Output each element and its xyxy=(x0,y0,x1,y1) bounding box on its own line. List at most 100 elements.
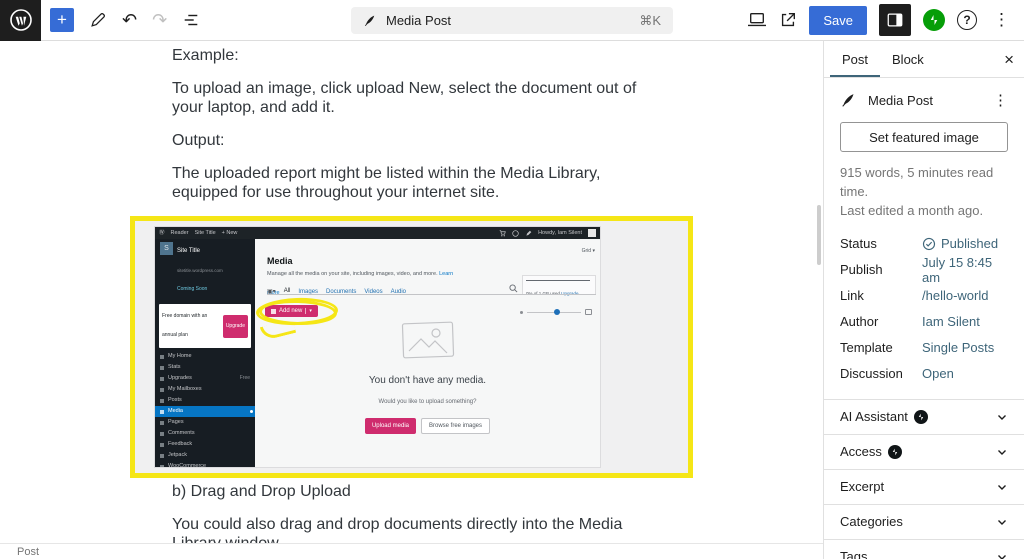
canvas-scrollbar[interactable] xyxy=(817,205,821,265)
section-label: AI Assistant xyxy=(840,409,908,425)
tab-block[interactable]: Block xyxy=(880,41,936,77)
mini-desc-text: Manage all the media on your site, inclu… xyxy=(267,271,440,277)
mini-coming-soon-badge: Coming Soon xyxy=(177,286,208,292)
mini-nav-item[interactable]: WooCommerce xyxy=(155,461,255,467)
section-label: Access xyxy=(840,444,882,460)
mini-help-icon xyxy=(512,229,519,237)
help-icon[interactable]: ? xyxy=(957,10,977,30)
section-excerpt[interactable]: Excerpt xyxy=(824,470,1024,505)
paragraph[interactable]: To upload an image, click upload New, se… xyxy=(172,79,651,117)
command-palette-button[interactable]: Media Post ⌘K xyxy=(351,7,673,34)
mini-upgrade-button[interactable]: Upgrade xyxy=(222,314,248,338)
mini-browse-images-button[interactable]: Browse free images xyxy=(421,418,491,434)
field-label: Status xyxy=(840,236,877,252)
field-row-discussion: Discussion Open xyxy=(840,361,1008,387)
breadcrumb-bar: Post xyxy=(0,543,823,559)
section-ai-assistant[interactable]: AI Assistant xyxy=(824,400,1024,435)
close-sidebar-icon[interactable]: × xyxy=(1004,51,1014,68)
mini-tab-images[interactable]: Images xyxy=(298,283,318,302)
section-label: Excerpt xyxy=(840,479,885,495)
settings-sidebar-toggle[interactable] xyxy=(879,4,911,36)
save-button[interactable]: Save xyxy=(809,5,867,35)
link-value[interactable]: /hello-world xyxy=(922,288,988,303)
mini-site-title: Site Title xyxy=(177,248,201,254)
mini-tab-all[interactable]: All xyxy=(283,282,291,303)
media-icon xyxy=(160,409,164,414)
mini-admin-bar: Ⓦ Reader Site Title + New Howdy, Iam Sil… xyxy=(155,227,600,239)
mini-slider-thumb[interactable] xyxy=(554,309,560,315)
section-categories[interactable]: Categories xyxy=(824,505,1024,540)
mini-tab-videos[interactable]: Videos xyxy=(364,283,382,302)
posts-icon xyxy=(160,398,164,403)
image-block[interactable]: Ⓦ Reader Site Title + New Howdy, Iam Sil… xyxy=(130,216,693,478)
section-tags[interactable]: Tags xyxy=(824,540,1024,559)
field-label: Discussion xyxy=(840,366,903,382)
preview-icon[interactable] xyxy=(747,11,767,29)
mini-upload-media-button[interactable]: Upload media xyxy=(364,418,416,434)
section-label: Tags xyxy=(840,549,868,559)
chevron-down-icon xyxy=(996,411,1008,423)
mini-site-url: sitetitle.wordpress.com xyxy=(177,268,223,273)
toolbar-left: + ↶ ↷ xyxy=(41,8,200,32)
word-count: 915 words, 5 minutes read time. xyxy=(840,165,994,199)
mini-slider-track[interactable] xyxy=(527,309,581,315)
tools-pencil-icon[interactable] xyxy=(89,11,107,29)
mini-cart-icon xyxy=(499,229,506,236)
mini-slider-min-icon xyxy=(520,310,523,314)
mini-tab-audio[interactable]: Audio xyxy=(391,283,406,302)
paragraph[interactable]: b) Drag and Drop Upload xyxy=(172,482,651,501)
undo-icon[interactable]: ↶ xyxy=(122,11,137,29)
mini-tab-documents[interactable]: Documents xyxy=(326,283,356,302)
chevron-down-icon xyxy=(996,551,1008,559)
paragraph[interactable]: Output: xyxy=(172,131,651,150)
paragraph[interactable]: Example: xyxy=(172,46,651,65)
wordpress-logo[interactable] xyxy=(0,0,41,41)
home-icon xyxy=(160,354,164,359)
mini-tabs-separator xyxy=(267,294,596,295)
mini-add-new-button[interactable]: Add new ▾ xyxy=(265,305,318,317)
settings-sidebar: Post Block × Media Post ⋮ Set featured i… xyxy=(823,41,1024,559)
mini-edit-icon xyxy=(526,230,532,236)
upgrades-icon xyxy=(160,376,164,381)
breadcrumb[interactable]: Post xyxy=(17,546,39,558)
tab-post[interactable]: Post xyxy=(830,41,880,77)
mini-nav-label: WooCommerce xyxy=(168,463,207,467)
block-inserter-button[interactable]: + xyxy=(50,8,74,32)
options-menu-icon[interactable]: ⋮ xyxy=(989,10,1014,30)
post-summary-card: Media Post ⋮ xyxy=(824,78,1024,120)
post-options-icon[interactable]: ⋮ xyxy=(993,91,1008,109)
field-row-publish: Publish July 15 8:45 am xyxy=(840,255,1008,285)
template-value[interactable]: Single Posts xyxy=(922,340,994,355)
redo-icon[interactable]: ↷ xyxy=(152,11,167,29)
mini-storage-bar xyxy=(526,280,590,281)
paragraph[interactable]: The uploaded report might be listed with… xyxy=(172,164,651,202)
published-check-icon xyxy=(922,237,936,250)
author-value[interactable]: Iam Silent xyxy=(922,314,980,329)
mini-free-badge: Free xyxy=(239,375,250,381)
section-access[interactable]: Access xyxy=(824,435,1024,470)
set-featured-image-button[interactable]: Set featured image xyxy=(840,122,1008,152)
view-post-external-icon[interactable] xyxy=(779,11,797,29)
publish-date-value[interactable]: July 15 8:45 am xyxy=(922,255,1008,285)
mini-empty-subtitle: Would you like to upload something? xyxy=(378,399,477,405)
mini-empty-state: You don't have any media. Would you like… xyxy=(255,317,600,434)
mini-grid-toggle[interactable]: Grid ▾ xyxy=(582,242,595,261)
discussion-value[interactable]: Open xyxy=(922,366,954,381)
mini-caret-icon: ▾ xyxy=(305,308,312,314)
jetpack-icon xyxy=(160,453,164,458)
mini-type-filter-icon[interactable]: ▣▾ xyxy=(267,283,276,302)
mini-media-main: Grid ▾ Media Manage all the media on you… xyxy=(255,239,600,467)
document-overview-icon[interactable] xyxy=(182,11,200,29)
screenshot-window: Ⓦ Reader Site Title + New Howdy, Iam Sil… xyxy=(154,226,601,468)
mini-search-icon[interactable] xyxy=(509,279,518,298)
status-value[interactable]: Published xyxy=(922,236,998,251)
mini-nav-item-media[interactable]: Media xyxy=(155,406,255,417)
pages-icon xyxy=(160,420,164,425)
post-summary-text: 915 words, 5 minutes read time. Last edi… xyxy=(840,164,1008,221)
jetpack-icon[interactable] xyxy=(923,9,945,31)
feedback-icon xyxy=(160,442,164,447)
field-label: Publish xyxy=(840,262,883,278)
mini-add-new-label: Add new xyxy=(279,308,303,314)
mini-upload-icon xyxy=(271,308,276,314)
chevron-down-icon xyxy=(996,446,1008,458)
